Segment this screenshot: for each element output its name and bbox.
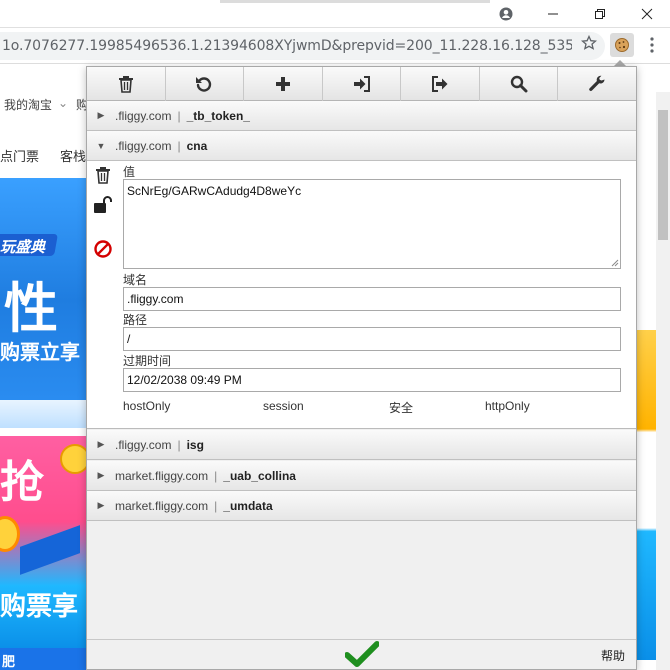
unlock-icon[interactable]	[93, 195, 113, 215]
cookie-domain: .fliggy.com	[115, 138, 172, 153]
flag-hostonly[interactable]: hostOnly	[123, 399, 170, 413]
cookie-name: _tb_token_	[186, 108, 250, 123]
options-button[interactable]	[558, 67, 636, 101]
collapsed-arrow-icon: ▶	[97, 439, 105, 449]
banner1-headline: 玩盛典	[0, 238, 46, 256]
bookmarks-bar: 我的淘宝 ⌄ 购	[0, 92, 100, 114]
bookmark-my-taobao[interactable]: 我的淘宝	[4, 96, 52, 113]
profile-icon[interactable]	[495, 4, 517, 24]
restore-icon[interactable]	[589, 4, 611, 24]
cookie-separator: |	[177, 437, 181, 452]
cookie-separator: |	[214, 498, 218, 513]
import-button[interactable]	[323, 67, 402, 101]
collapsed-arrow-icon: ▶	[97, 110, 105, 120]
path-label: 路径	[123, 313, 148, 327]
expires-label: 过期时间	[123, 354, 172, 368]
cookie-row-cna[interactable]: ▼ .fliggy.com | cna	[87, 131, 636, 161]
banner1-big-text: 性	[4, 277, 58, 340]
resize-grip-icon[interactable]	[611, 259, 619, 267]
omnibox-row: 1o.7076277.19985496536.1.21394608XYjwmD&…	[0, 28, 670, 64]
undo-icon	[196, 77, 212, 92]
cookie-domain: market.fliggy.com	[115, 498, 209, 513]
nav-item-tickets[interactable]: 点门票	[0, 146, 39, 165]
cookie-row-uab-collina[interactable]: ▶ market.fliggy.com | _uab_collina	[87, 461, 636, 491]
page-right-deco	[636, 330, 656, 660]
flag-session[interactable]: session	[263, 399, 304, 413]
bookmark-star-icon[interactable]	[580, 34, 598, 54]
cookie-details-panel: 值 ScNrEg/GARwCAdudg4D8weYc 域名 .fliggy.co…	[87, 161, 636, 429]
bottom-banner-strip: 肥	[0, 648, 86, 670]
bottom-strip-text: 肥	[2, 654, 16, 669]
domain-input[interactable]: .fliggy.com	[123, 287, 621, 311]
window-titlebar	[0, 0, 670, 28]
minimize-icon[interactable]	[542, 4, 564, 24]
promo-banner-blue[interactable]: 玩盛典 性 购票立享	[0, 178, 86, 400]
page-scroll-thumb[interactable]	[658, 110, 668, 240]
export-button[interactable]	[401, 67, 480, 101]
banner2-big-text: 抢	[0, 457, 44, 508]
cookie-name: cna	[186, 138, 208, 153]
promo-banner-pink[interactable]: 抢 购票享	[0, 436, 86, 650]
cookie-row-isg[interactable]: ▶ .fliggy.com | isg	[87, 430, 636, 460]
domain-label: 域名	[123, 273, 148, 287]
cookie-name: _uab_collina	[223, 468, 296, 483]
cookie-separator: |	[214, 468, 218, 483]
url-text[interactable]: 1o.7076277.19985496536.1.21394608XYjwmD&…	[2, 38, 572, 54]
cookie-name: _umdata	[223, 498, 273, 513]
path-input[interactable]: /	[123, 327, 621, 351]
delete-all-button[interactable]	[87, 67, 166, 101]
collapsed-arrow-icon: ▶	[97, 470, 105, 480]
bookmark-chevron-icon[interactable]: ⌄	[58, 96, 68, 110]
plus-icon	[275, 77, 290, 91]
cookie-editor-popup: ▶ .fliggy.com | _tb_token_ ▼ .fliggy.com…	[86, 66, 637, 670]
footer-divider	[87, 639, 636, 640]
collapsed-arrow-icon: ▶	[97, 500, 105, 510]
flag-httponly[interactable]: httpOnly	[485, 399, 530, 413]
expires-input[interactable]: 12/02/2038 09:49 PM	[123, 368, 621, 392]
add-cookie-button[interactable]	[244, 67, 323, 101]
banner1-subtext: 购票立享	[0, 340, 80, 364]
delete-cookie-trash-icon[interactable]	[93, 165, 113, 185]
cookie-toolbar	[87, 67, 636, 101]
sign-out-icon	[432, 76, 448, 92]
value-textarea[interactable]: ScNrEg/GARwCAdudg4D8weYc	[123, 179, 621, 269]
close-icon[interactable]	[636, 4, 658, 24]
sign-in-icon	[353, 76, 370, 92]
banner2-subtext: 购票享	[0, 592, 79, 622]
cookie-extension-icon[interactable]	[610, 33, 634, 57]
trash-icon	[118, 76, 133, 93]
cookie-domain: .fliggy.com	[115, 108, 172, 123]
help-link[interactable]: 帮助	[601, 647, 625, 664]
save-checkmark-icon[interactable]	[344, 641, 380, 670]
nav-item-inn[interactable]: 客栈	[60, 146, 86, 165]
cookie-separator: |	[177, 108, 181, 123]
banner-strip	[0, 400, 86, 428]
cookie-domain: .fliggy.com	[115, 437, 172, 452]
value-label: 值	[123, 165, 136, 179]
cookie-domain: market.fliggy.com	[115, 468, 209, 483]
address-bar[interactable]: 1o.7076277.19985496536.1.21394608XYjwmD&…	[0, 32, 605, 60]
search-icon	[510, 75, 528, 93]
cookie-row-umdata[interactable]: ▶ market.fliggy.com | _umdata	[87, 491, 636, 521]
tab-strip-edge	[220, 0, 490, 3]
block-cookie-icon[interactable]	[93, 239, 113, 259]
flag-secure[interactable]: 安全	[389, 399, 413, 416]
search-button[interactable]	[480, 67, 559, 101]
reset-button[interactable]	[166, 67, 245, 101]
menu-kebab-icon[interactable]	[650, 37, 654, 56]
cookie-name: isg	[186, 437, 204, 452]
expanded-arrow-icon: ▼	[96, 140, 106, 151]
cookie-separator: |	[177, 138, 181, 153]
wrench-icon	[589, 75, 605, 91]
cookie-row-tb-token[interactable]: ▶ .fliggy.com | _tb_token_	[87, 101, 636, 131]
